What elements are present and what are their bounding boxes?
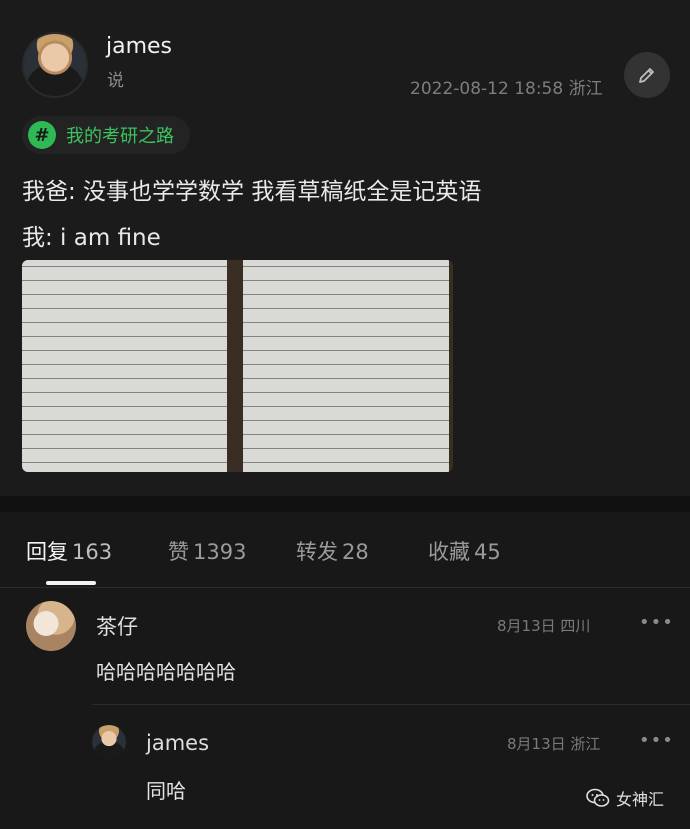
active-tab-indicator <box>46 581 96 585</box>
post-location: 浙江 <box>568 79 603 99</box>
reply-date: 8月13日 <box>507 735 566 753</box>
author-avatar[interactable] <box>22 32 88 98</box>
interaction-tabs: 回复 163 赞 1393 转发 28 收藏 45 <box>0 512 690 588</box>
commenter-avatar[interactable] <box>26 601 76 651</box>
tab-favorites[interactable]: 收藏 45 <box>428 536 501 566</box>
reply-location: 浙江 <box>570 735 601 753</box>
tab-likes-count: 1393 <box>193 540 247 564</box>
tab-replies[interactable]: 回复 163 <box>26 536 112 566</box>
post-meta: 2022-08-12 18:58 浙江 <box>410 74 603 99</box>
post-image[interactable] <box>22 260 453 472</box>
watermark-text: 女神汇 <box>616 790 665 809</box>
tab-reposts[interactable]: 转发 28 <box>296 536 369 566</box>
edit-button[interactable] <box>624 52 670 98</box>
reply-divider <box>92 704 690 705</box>
commenter-name[interactable]: 茶仔 <box>96 611 138 641</box>
topic-label: 我的考研之路 <box>66 126 174 147</box>
post-text-line-2: 我: i am fine <box>22 225 161 251</box>
more-options-icon[interactable]: ••• <box>639 612 674 633</box>
post-datetime: 2022-08-12 18:58 <box>410 79 564 99</box>
reply-text: 同哈 <box>146 779 186 803</box>
tab-replies-label: 回复 <box>26 540 68 564</box>
tab-favorites-label: 收藏 <box>428 540 470 564</box>
post-card: james 说 2022-08-12 18:58 浙江 # 我的考研之路 我爸:… <box>0 0 690 496</box>
tab-reposts-label: 转发 <box>296 540 338 564</box>
section-divider <box>0 496 690 512</box>
comment-meta: 8月13日 四川 <box>497 615 590 636</box>
hashtag-icon: # <box>28 121 56 149</box>
notebook-page-left <box>22 260 227 472</box>
replier-name[interactable]: james <box>146 731 209 755</box>
comment-text: 哈哈哈哈哈哈哈 <box>96 660 236 684</box>
watermark: 女神汇 <box>586 786 664 810</box>
reply-meta: 8月13日 浙江 <box>507 733 600 754</box>
tab-likes[interactable]: 赞 1393 <box>168 536 246 566</box>
wechat-icon <box>586 788 610 807</box>
tab-reposts-count: 28 <box>342 540 369 564</box>
post-action-label: 说 <box>107 71 124 91</box>
replier-avatar[interactable] <box>92 725 126 759</box>
more-options-icon[interactable]: ••• <box>639 730 674 751</box>
tab-likes-label: 赞 <box>168 540 189 564</box>
topic-tag[interactable]: # 我的考研之路 <box>22 116 190 154</box>
post-text-line-1: 我爸: 没事也学学数学 我看草稿纸全是记英语 <box>22 179 482 205</box>
tab-favorites-count: 45 <box>474 540 501 564</box>
comment-location: 四川 <box>560 617 591 635</box>
notebook-page-right <box>243 260 449 472</box>
pencil-icon <box>639 68 654 83</box>
comment-date: 8月13日 <box>497 617 556 635</box>
author-name[interactable]: james <box>106 34 172 59</box>
tab-replies-count: 163 <box>72 540 113 564</box>
